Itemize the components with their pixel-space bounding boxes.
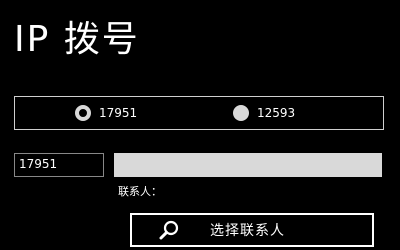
prefix-radio-group: 17951 12593 — [14, 96, 384, 130]
search-icon — [158, 219, 180, 241]
select-contact-button[interactable]: 选择联系人 — [130, 213, 374, 247]
ip-dial-screen: IP 拨号 17951 12593 17951 联系人： 选择联系人 — [0, 0, 400, 250]
radio-unselected-icon — [233, 105, 249, 121]
prefix-display: 17951 — [14, 153, 104, 177]
page-title: IP 拨号 — [14, 19, 140, 60]
radio-option-label: 17951 — [99, 106, 138, 120]
radio-option-label: 12593 — [257, 106, 296, 120]
phone-number-input[interactable] — [114, 153, 382, 177]
radio-selected-icon — [75, 105, 91, 121]
select-contact-label: 选择联系人 — [210, 223, 285, 239]
radio-option-17951[interactable]: 17951 — [75, 97, 137, 129]
contact-label: 联系人： — [118, 185, 162, 198]
radio-option-12593[interactable]: 12593 — [233, 97, 295, 129]
